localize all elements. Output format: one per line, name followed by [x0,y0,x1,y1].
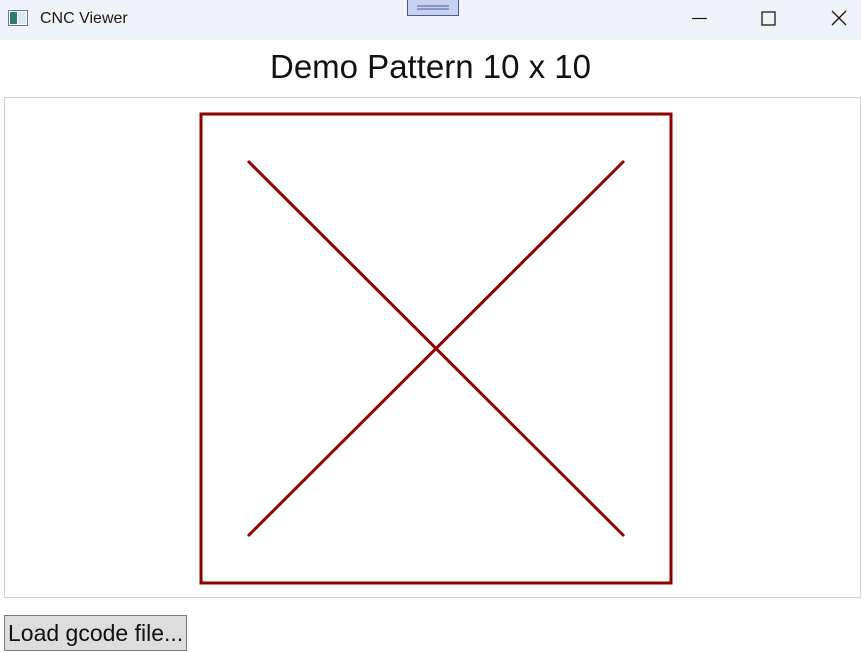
close-button[interactable] [815,0,861,38]
load-gcode-button[interactable]: Load gcode file... [4,615,187,651]
pattern-title: Demo Pattern 10 x 10 [269,48,591,85]
window-title: CNC Viewer [40,10,128,27]
maximize-button[interactable] [745,0,791,38]
drag-handle-icon[interactable] [407,0,459,16]
maximize-icon [761,11,776,26]
toolpath-drawing [199,112,673,585]
minimize-icon [692,17,707,20]
app-window: CNC Viewer Demo Pattern 10 x 10 Load gco… [0,0,861,652]
minimize-button[interactable] [676,0,722,38]
toolpath-canvas[interactable] [4,97,861,598]
close-icon [831,10,847,26]
app-window-icon [8,10,28,26]
title-bar[interactable]: CNC Viewer [0,0,861,40]
